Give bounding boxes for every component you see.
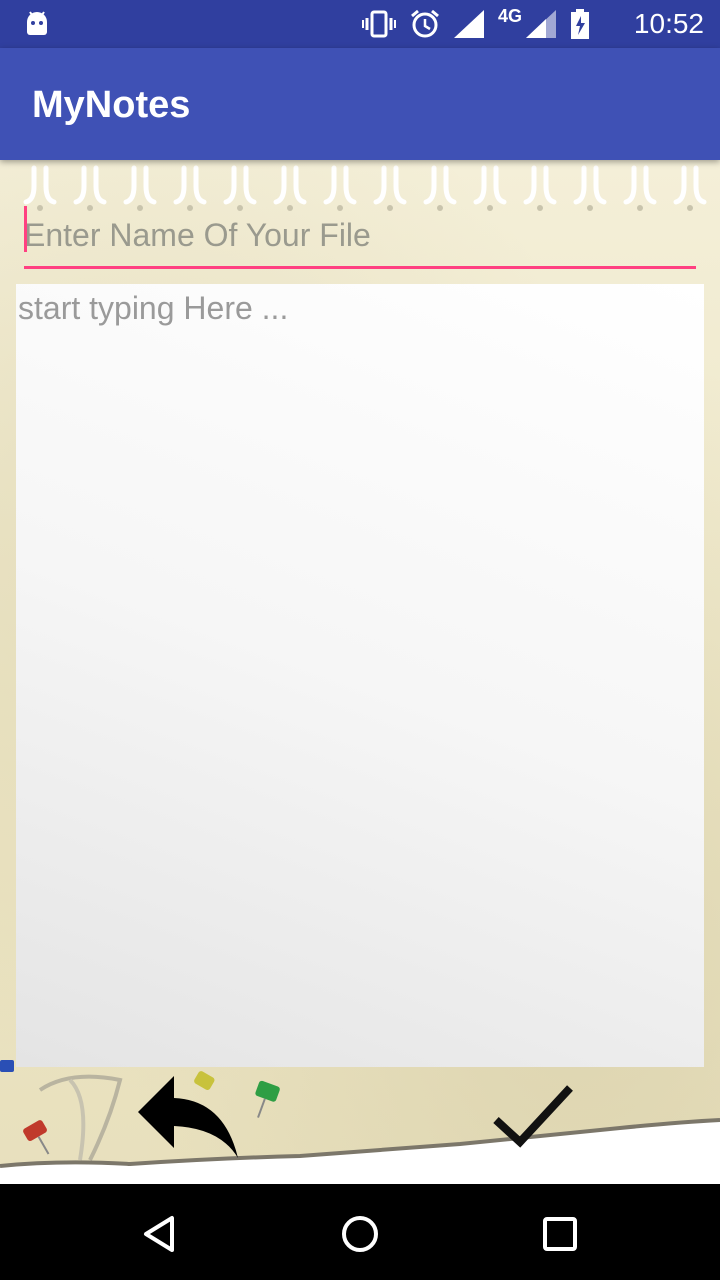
vibrate-icon <box>361 10 396 38</box>
battery-charging-icon <box>571 9 589 39</box>
app-title: MyNotes <box>32 84 191 126</box>
torn-paper-edge <box>0 1118 720 1184</box>
android-icon <box>27 11 47 35</box>
status-icons: 4G <box>361 5 590 39</box>
status-bar: 4G 10:52 <box>0 0 720 48</box>
back-triangle-icon[interactable] <box>138 1212 182 1256</box>
navigation-bar <box>0 1184 720 1280</box>
recents-square-icon[interactable] <box>538 1212 582 1256</box>
network-type-label: 4G <box>497 5 522 26</box>
reply-arrow-icon[interactable] <box>134 1072 244 1162</box>
notepad-content <box>0 160 720 1184</box>
checkmark-icon[interactable] <box>490 1082 576 1152</box>
home-circle-icon[interactable] <box>338 1212 382 1256</box>
note-body-input[interactable] <box>16 284 704 1067</box>
status-time: 10:52 <box>633 8 704 39</box>
alarm-icon <box>411 9 439 38</box>
signal-4g-icon <box>526 10 556 38</box>
app-bar: MyNotes <box>0 48 720 160</box>
text-cursor <box>24 206 27 252</box>
file-name-input[interactable] <box>24 204 696 269</box>
signal-icon <box>453 10 484 38</box>
